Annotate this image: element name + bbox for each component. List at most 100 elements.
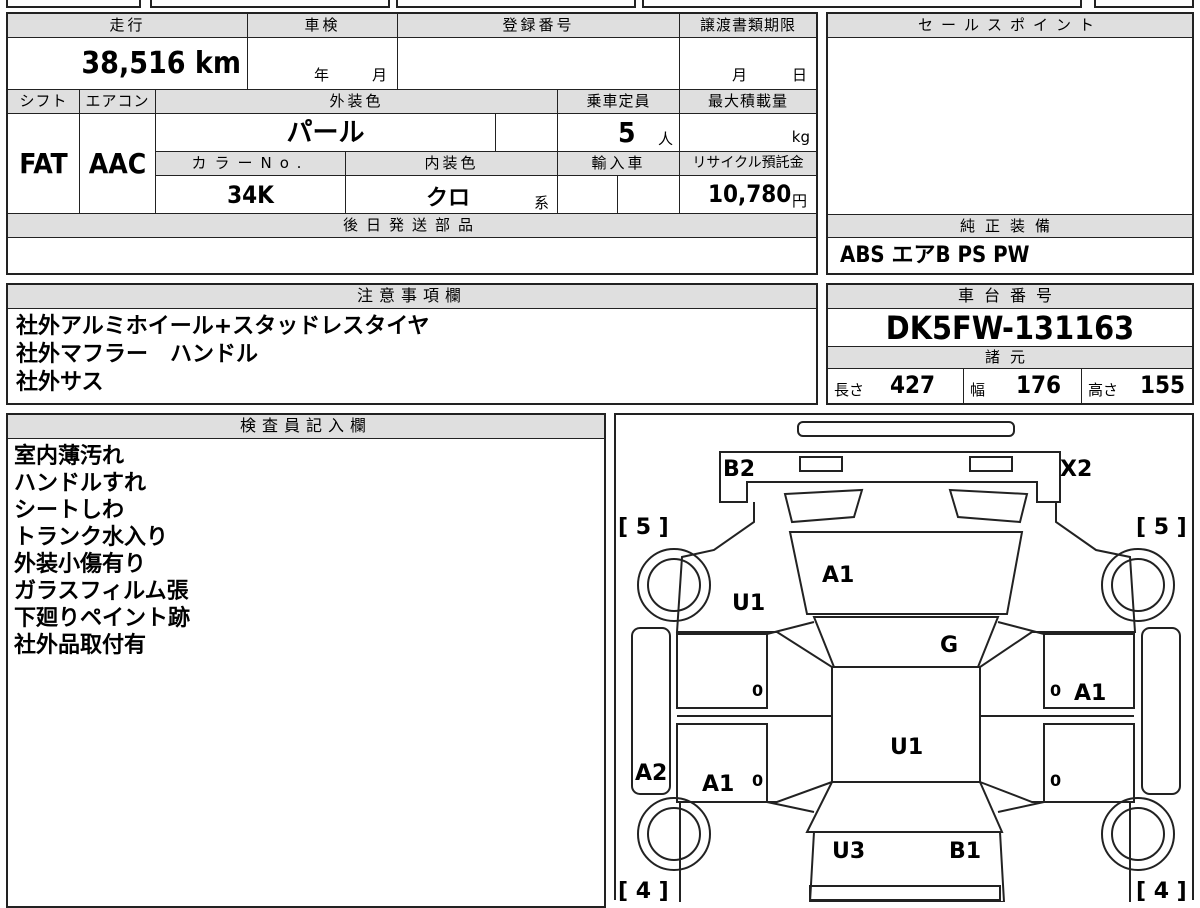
- mileage-value: 38,516 km: [8, 38, 248, 90]
- transfer-deadline-label: 譲渡書類期限: [680, 14, 816, 38]
- top-strip-cell: [6, 0, 141, 8]
- mark-zero-left-front: 0: [752, 681, 763, 700]
- standard-equipment-label: 純正装備: [828, 214, 1192, 238]
- registration-value: [398, 38, 680, 90]
- tread-rear-right: [ 4 ]: [1136, 879, 1187, 902]
- notes-line: 社外サス: [16, 370, 104, 395]
- length-label: 長さ: [834, 381, 865, 399]
- mark-b1: B1: [949, 839, 981, 864]
- recycle-value: 10,780 円: [680, 176, 816, 214]
- mark-g-roof-front: G: [940, 633, 958, 658]
- left-lamp: [783, 488, 864, 524]
- sales-point-label: セールスポイント: [828, 14, 1192, 38]
- height-cell: 高さ 155: [1082, 369, 1192, 403]
- max-load-value: kg: [680, 114, 816, 152]
- mark-a1-right-door: A1: [1074, 681, 1106, 706]
- transfer-month: 月: [732, 66, 748, 84]
- inspector-list: 室内薄汚れ ハンドルすれ シートしわ トランク水入り 外装小傷有り ガラスフィル…: [14, 443, 190, 659]
- load-unit: kg: [791, 128, 810, 146]
- notes-list: 社外アルミホイール+スタッドレスタイヤ 社外マフラー ハンドル 社外サス: [16, 313, 430, 397]
- recycle-label: リサイクル預託金: [680, 152, 816, 176]
- inspector-line: 下廻りペイント跡: [14, 606, 191, 631]
- front-bumper: [797, 421, 1015, 437]
- color-no-label: カラーNo.: [156, 152, 346, 176]
- transfer-deadline-value: 月 日: [680, 38, 816, 90]
- aircon-value: AAC: [80, 114, 156, 214]
- height-label: 高さ: [1088, 381, 1119, 399]
- max-load-label: 最大積載量: [680, 90, 816, 114]
- front-end: [719, 451, 1061, 503]
- capacity-unit: 人: [658, 130, 674, 148]
- inspector-line: ガラスフィルム張: [14, 579, 189, 604]
- top-strip-cell: [1094, 0, 1194, 8]
- right-headlight: [969, 456, 1013, 472]
- recycle-fee: 10,780: [708, 180, 792, 208]
- width-label: 幅: [970, 381, 986, 399]
- inspector-line: 室内薄汚れ: [14, 444, 125, 469]
- inspection-value: 年 月: [248, 38, 398, 90]
- import-value-a: [558, 176, 618, 214]
- recycle-unit: 円: [792, 192, 808, 210]
- mark-u1-front-left: U1: [732, 591, 765, 616]
- rear-bumper: [809, 885, 1001, 901]
- interior-color-text: クロ: [426, 186, 471, 211]
- roof-front: [812, 616, 1000, 668]
- color-no-value: 34K: [156, 176, 346, 214]
- mark-x2: X2: [1060, 457, 1092, 482]
- notes-box: 注意事項欄 社外アルミホイール+スタッドレスタイヤ 社外マフラー ハンドル 社外…: [6, 283, 818, 405]
- capacity-number: 5: [618, 116, 636, 149]
- exterior-color-label: 外装色: [156, 90, 558, 114]
- width-cell: 幅 176: [964, 369, 1082, 403]
- car-diagram: [ 5 ] [ 5 ] [ 4 ] [ 4 ] B2 X2 A1 U1 G A1…: [618, 421, 1187, 902]
- mark-zero-right-rear: 0: [1050, 771, 1061, 790]
- interior-color-value: クロ 系: [346, 176, 558, 214]
- inspector-line: 外装小傷有り: [14, 552, 147, 577]
- chassis-box: 車台番号 DK5FW-131163 諸元 長さ 427 幅 176 高さ 155: [826, 283, 1194, 405]
- car-diagram-box: [ 5 ] [ 5 ] [ 4 ] [ 4 ] B2 X2 A1 U1 G A1…: [614, 413, 1194, 902]
- right-rear-door: [1043, 723, 1135, 803]
- later-parts-label: 後日発送部品: [8, 214, 816, 238]
- exterior-color-extra: [496, 114, 558, 152]
- tread-front-right: [ 5 ]: [1136, 515, 1187, 540]
- mark-zero-right-front: 0: [1050, 681, 1061, 700]
- left-headlight: [799, 456, 843, 472]
- mileage-label: 走行: [8, 14, 248, 38]
- roof: [831, 666, 981, 783]
- aircon-label: エアコン: [80, 90, 156, 114]
- sales-point-box: セールスポイント 純正装備 ABS エアB PS PW: [826, 12, 1194, 275]
- interior-suffix: 系: [534, 194, 550, 212]
- top-strip-cell: [642, 0, 1082, 8]
- length-cell: 長さ 427: [828, 369, 964, 403]
- shift-value: FAT: [8, 114, 80, 214]
- inspection-label: 車検: [248, 14, 398, 38]
- right-lamp: [948, 488, 1029, 524]
- vehicle-info-box: 走行 車検 登録番号 譲渡書類期限 38,516 km 年 月 月 日 シフト …: [6, 12, 818, 275]
- inspector-line: 社外品取付有: [14, 633, 147, 658]
- notes-label: 注意事項欄: [8, 285, 816, 309]
- width-value: 176: [1016, 371, 1062, 399]
- registration-label: 登録番号: [398, 14, 680, 38]
- right-sill: [1141, 627, 1181, 795]
- inspector-line: ハンドルすれ: [14, 471, 147, 496]
- inspector-box: 検査員記入欄 室内薄汚れ ハンドルすれ シートしわ トランク水入り 外装小傷有り…: [6, 413, 606, 908]
- notes-line: 社外マフラー ハンドル: [16, 342, 259, 367]
- inspector-line: トランク水入り: [14, 525, 169, 550]
- inspector-label: 検査員記入欄: [8, 415, 604, 439]
- inspector-line: シートしわ: [14, 498, 125, 523]
- top-strip-cell: [150, 0, 390, 8]
- height-value: 155: [1140, 371, 1186, 399]
- capacity-label: 乗車定員: [558, 90, 680, 114]
- mark-a2-left-sill: A2: [635, 761, 667, 786]
- import-label: 輸入車: [558, 152, 680, 176]
- tread-rear-left: [ 4 ]: [618, 879, 669, 902]
- transfer-day: 日: [792, 66, 808, 84]
- shift-label: シフト: [8, 90, 80, 114]
- mark-zero-left-rear: 0: [752, 771, 763, 790]
- specs-label: 諸元: [828, 347, 1192, 369]
- capacity-value: 5 人: [558, 114, 680, 152]
- interior-color-label: 内装色: [346, 152, 558, 176]
- mark-a1-windshield: A1: [822, 563, 854, 588]
- chassis-label: 車台番号: [828, 285, 1192, 309]
- chassis-number: DK5FW-131163: [828, 309, 1192, 347]
- standard-equipment-value: ABS エアB PS PW: [840, 243, 1030, 268]
